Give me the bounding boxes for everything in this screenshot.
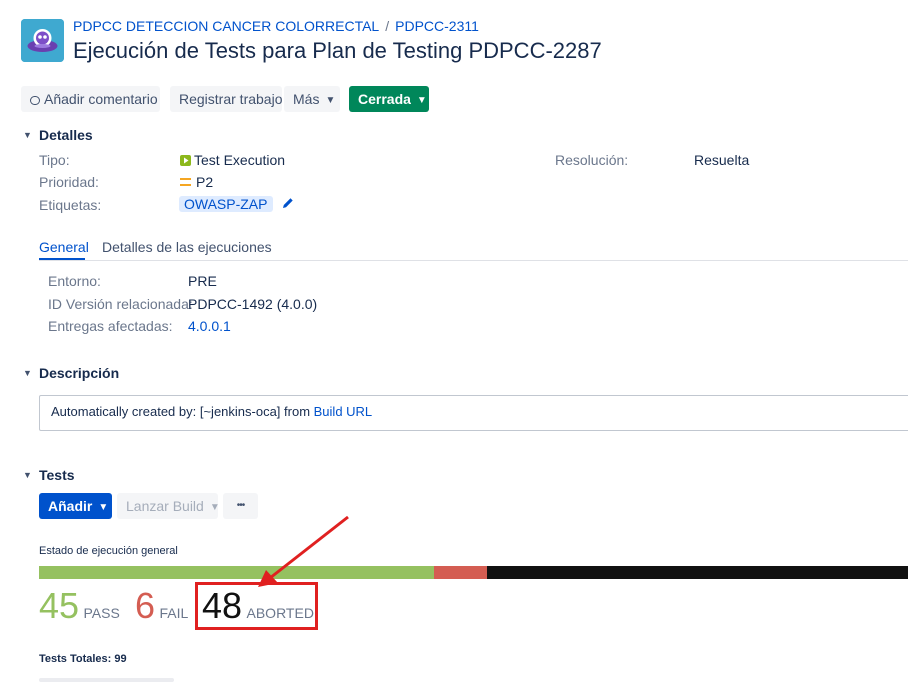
collapse-tests-icon[interactable]: ▼ (23, 470, 33, 480)
progress-bar-pass[interactable] (39, 566, 434, 579)
launch-build-label: Lanzar Build (126, 498, 204, 514)
labels-label: Etiquetas: (39, 197, 102, 213)
type-label: Tipo: (39, 152, 70, 168)
pass-label: PASS (83, 605, 120, 621)
breadcrumb: PDPCC DETECCION CANCER COLORRECTAL / PDPCC… (73, 18, 479, 34)
total-tests: Tests Totales: 99 (39, 653, 127, 665)
fail-stat[interactable]: 6 FAIL (135, 588, 188, 624)
comment-icon (30, 96, 40, 105)
add-test-label: Añadir (48, 498, 93, 514)
status-label: Cerrada (358, 91, 411, 107)
description-prefix: Automatically created by: [~jenkins-oca]… (51, 404, 314, 419)
chevron-down-icon: ▼ (98, 502, 109, 513)
description-text: Automatically created by: [~jenkins-oca]… (51, 404, 372, 419)
build-url-link[interactable]: Build URL (314, 404, 373, 419)
pass-stat[interactable]: 45 PASS (39, 588, 120, 624)
description-heading[interactable]: Descripción (39, 365, 119, 381)
alien-ufo-icon (21, 19, 64, 62)
log-work-label: Registrar trabajo (179, 91, 283, 107)
add-comment-label: Añadir comentario (44, 91, 158, 107)
tests-heading[interactable]: Tests (39, 467, 75, 483)
project-avatar[interactable] (21, 19, 64, 62)
more-actions-button[interactable]: Más ▼ (284, 86, 340, 112)
fail-count: 6 (135, 585, 156, 626)
active-tab-indicator (39, 258, 85, 260)
pass-count: 45 (39, 585, 80, 626)
priority-value: P2 (180, 174, 213, 190)
type-value: Test Execution (180, 152, 285, 168)
resolution-value: Resuelta (694, 152, 750, 168)
annotation-arrow-icon (258, 515, 349, 587)
breadcrumb-separator: / (385, 18, 390, 34)
related-version-label: ID Versión relacionada: (48, 296, 193, 312)
chevron-down-icon: ▼ (416, 95, 427, 106)
priority-value-text: P2 (196, 174, 214, 190)
related-version-value[interactable]: PDPCC-1492 (4.0.0) (188, 296, 317, 312)
add-test-button[interactable]: Añadir ▼ (39, 493, 112, 519)
environment-label: Entorno: (48, 273, 101, 289)
details-heading[interactable]: Detalles (39, 127, 93, 143)
label-tag[interactable]: OWASP-ZAP (179, 196, 273, 212)
progress-bar-fail[interactable] (434, 566, 487, 579)
chevron-down-icon: ▼ (325, 95, 336, 106)
progress-bar-aborted[interactable] (487, 566, 908, 579)
breadcrumb-project-link[interactable]: PDPCC DETECCION CANCER COLORRECTAL (73, 18, 379, 34)
chevron-down-icon: ▼ (209, 502, 220, 513)
execution-status-heading: Estado de ejecución general (39, 545, 178, 557)
tabs-divider (39, 260, 908, 261)
table-header-placeholder (39, 678, 174, 682)
add-comment-button[interactable]: Añadir comentario (21, 86, 160, 112)
more-actions-label: Más (293, 91, 320, 107)
affected-versions-label: Entregas afectadas: (48, 318, 173, 334)
tab-execution-details[interactable]: Detalles de las ejecuciones (102, 239, 272, 255)
type-value-text: Test Execution (194, 152, 286, 168)
environment-value: PRE (188, 273, 217, 289)
test-execution-icon (180, 155, 191, 166)
tab-general[interactable]: General (39, 239, 89, 255)
breadcrumb-parent-link[interactable]: PDPCC-2311 (395, 18, 479, 34)
log-work-button[interactable]: Registrar trabajo (170, 86, 283, 112)
collapse-description-icon[interactable]: ▼ (23, 368, 33, 378)
status-button[interactable]: Cerrada ▼ (349, 86, 429, 112)
fail-label: FAIL (159, 605, 189, 621)
launch-build-button[interactable]: Lanzar Build ▼ (117, 493, 220, 519)
collapse-details-icon[interactable]: ▼ (23, 130, 33, 140)
affected-versions-link[interactable]: 4.0.0.1 (188, 318, 231, 334)
priority-medium-icon (180, 178, 191, 186)
priority-label: Prioridad: (39, 174, 99, 190)
edit-pencil-icon[interactable] (281, 196, 295, 215)
resolution-label: Resolución: (555, 152, 629, 168)
labels-value: OWASP-ZAP (179, 195, 295, 215)
page-title: Ejecución de Tests para Plan de Testing … (73, 38, 602, 63)
